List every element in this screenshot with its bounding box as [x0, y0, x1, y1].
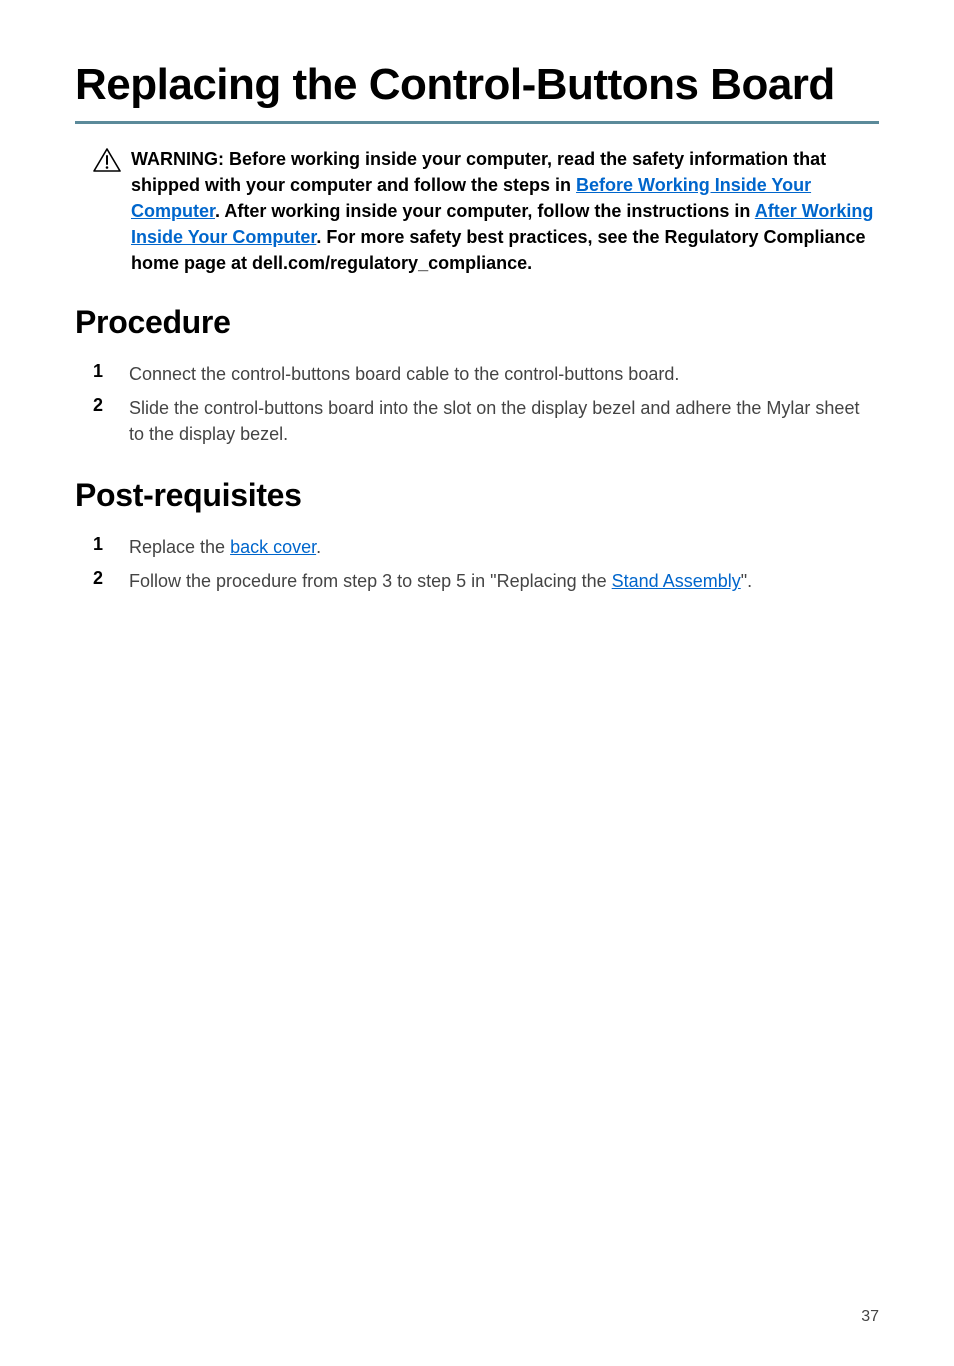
list-item: 1 Replace the back cover.	[75, 534, 879, 560]
item-post: .	[316, 537, 321, 557]
procedure-heading: Procedure	[75, 304, 879, 341]
warning-mid1: . After working inside your computer, fo…	[215, 201, 755, 221]
link-back-cover[interactable]: back cover	[230, 537, 316, 557]
item-number: 2	[93, 568, 129, 589]
item-text: Replace the back cover.	[129, 534, 879, 560]
item-pre: Follow the procedure from step 3 to step…	[129, 571, 612, 591]
item-text: Follow the procedure from step 3 to step…	[129, 568, 879, 594]
item-number: 1	[93, 361, 129, 382]
warning-icon-col	[93, 146, 131, 178]
item-post: ".	[741, 571, 752, 591]
postreq-heading: Post-requisites	[75, 477, 879, 514]
page-title: Replacing the Control-Buttons Board	[75, 60, 879, 111]
page-number: 37	[861, 1308, 879, 1326]
list-item: 2 Slide the control-buttons board into t…	[75, 395, 879, 447]
title-divider	[75, 121, 879, 124]
item-text: Slide the control-buttons board into the…	[129, 395, 879, 447]
warning-text: WARNING: Before working inside your comp…	[131, 146, 879, 276]
list-item: 1 Connect the control-buttons board cabl…	[75, 361, 879, 387]
item-number: 2	[93, 395, 129, 416]
item-text: Connect the control-buttons board cable …	[129, 361, 879, 387]
postreq-list: 1 Replace the back cover. 2 Follow the p…	[75, 534, 879, 594]
procedure-list: 1 Connect the control-buttons board cabl…	[75, 361, 879, 447]
list-item: 2 Follow the procedure from step 3 to st…	[75, 568, 879, 594]
link-stand-assembly[interactable]: Stand Assembly	[612, 571, 741, 591]
item-pre: Replace the	[129, 537, 230, 557]
warning-block: WARNING: Before working inside your comp…	[75, 146, 879, 276]
item-number: 1	[93, 534, 129, 555]
warning-triangle-icon	[93, 148, 121, 173]
